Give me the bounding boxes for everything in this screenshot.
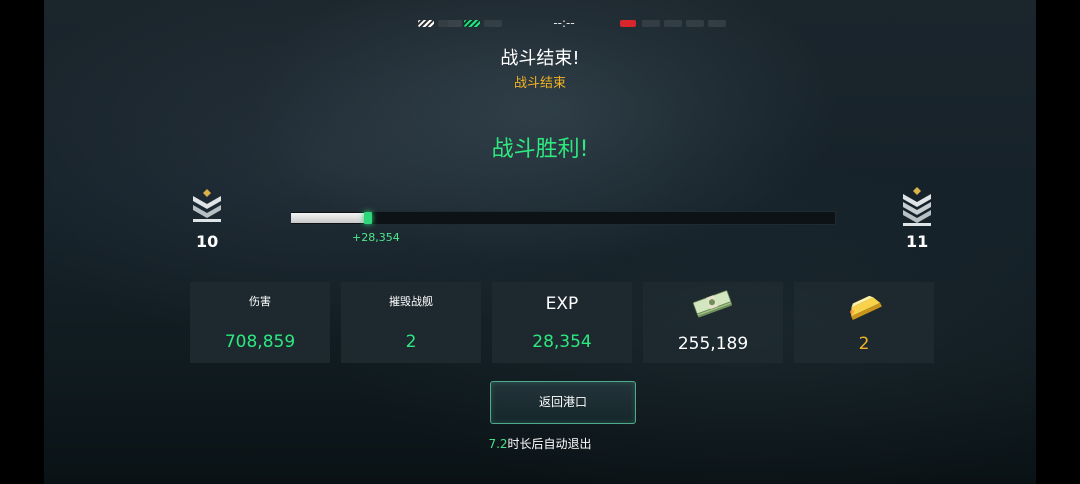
current-rank-level: 10 <box>196 232 219 251</box>
cash-icon <box>691 290 735 324</box>
exp-gain-marker <box>364 212 372 224</box>
battle-end-title: 战斗结束! <box>500 48 580 69</box>
team-flag-1-icon <box>418 20 434 27</box>
exp-label: EXP <box>545 294 579 314</box>
exp-progress-fill <box>291 213 364 223</box>
battle-end-subtitle: 战斗结束 <box>513 76 566 91</box>
battle-result-screen: --:-- 战斗结束! 战斗结束 战斗胜利! 10 +28,354 11 伤害 … <box>44 0 1036 484</box>
damage-label: 伤害 <box>249 295 271 308</box>
match-timer: --:-- <box>553 16 575 30</box>
slot-empty-icon <box>484 20 502 27</box>
exp-progress-bar <box>290 211 836 225</box>
team-flag-2-icon <box>464 20 480 27</box>
victory-text: 战斗胜利! <box>491 137 589 162</box>
slot-empty-icon <box>664 20 682 27</box>
slot-empty-icon <box>642 20 660 27</box>
credits-card: 255,189 <box>643 282 783 363</box>
damage-card: 伤害 708,859 <box>190 282 330 363</box>
damage-value: 708,859 <box>224 332 296 352</box>
slot-empty-icon <box>686 20 704 27</box>
auto-exit-seconds: 7.2 <box>488 437 508 451</box>
enemy-flag-1-icon <box>620 20 636 27</box>
slot-empty-icon <box>448 20 462 27</box>
gold-card: 2 <box>794 282 934 363</box>
auto-exit-text: 时长后自动退出 <box>507 437 592 451</box>
return-to-port-button[interactable]: 返回港口 <box>490 381 636 424</box>
slot-empty-icon <box>708 20 726 27</box>
ships-destroyed-value: 2 <box>405 332 417 352</box>
top-status-bar: --:-- <box>44 16 1036 32</box>
auto-exit-notice: 7.2时长后自动退出 <box>44 435 1036 452</box>
ships-destroyed-card: 摧毁战舰 2 <box>341 282 481 363</box>
exp-value: 28,354 <box>532 332 592 352</box>
exp-gain-text: +28,354 <box>352 231 400 244</box>
exp-card: EXP 28,354 <box>492 282 632 363</box>
ships-destroyed-label: 摧毁战舰 <box>389 295 433 308</box>
gold-value: 2 <box>858 334 870 354</box>
next-rank-level: 11 <box>906 232 929 251</box>
credits-value: 255,189 <box>677 334 749 354</box>
rank-chevron-icon <box>190 188 226 222</box>
gold-bar-icon <box>842 290 886 326</box>
next-rank-chevron-icon <box>900 186 936 226</box>
